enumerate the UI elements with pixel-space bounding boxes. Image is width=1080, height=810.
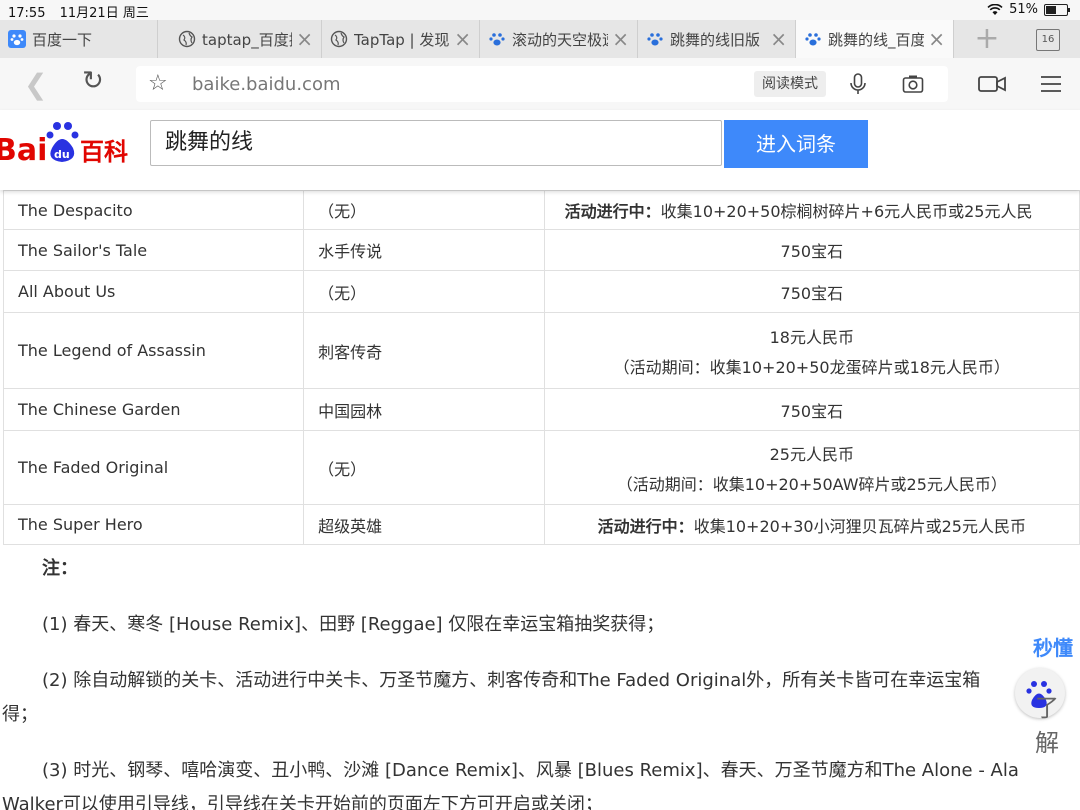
song-name: The Sailor's Tale [2, 229, 305, 271]
event-label: 活动进行中： [597, 516, 694, 536]
status-time: 17:55 [8, 6, 46, 21]
song-name: The Chinese Garden [2, 388, 305, 431]
price-text: 18元人民币 [769, 327, 854, 347]
baidu-paw-icon [805, 33, 821, 46]
tab-label: taptap_百度搜 [202, 30, 292, 49]
baidu-paw-icon [647, 33, 663, 46]
unlock-method: 活动进行中：收集10+20+50棕榈树碎片+6元人民币或25元人民 [543, 190, 1080, 230]
tab-rolling-sky[interactable]: 滚动的天空极速 × [480, 20, 638, 58]
note-3-cont: Walker可以使用引导线，引导线在关卡开始前的页面左下方可开启或关闭； [2, 794, 603, 810]
tab-count-button[interactable]: 16 [1036, 29, 1060, 51]
close-icon[interactable]: × [770, 27, 787, 51]
tab-taptap-search[interactable]: taptap_百度搜 × [170, 20, 322, 58]
table-row: The Legend of Assassin 刺客传奇 18元人民币 （活动期间… [2, 312, 1080, 389]
status-bar: 17:55 11月21日 周三 51% [0, 0, 1080, 21]
close-icon[interactable]: × [296, 27, 313, 51]
table-row: The Chinese Garden 中国园林 750宝石 [2, 388, 1080, 431]
tab-taptap[interactable]: TapTap | 发现 × [322, 20, 480, 58]
table-row: All About Us （无） 750宝石 [2, 270, 1080, 313]
tab-label: TapTap | 发现 [354, 30, 450, 49]
tab-dancing-line-old[interactable]: 跳舞的线旧版 × [638, 20, 796, 58]
close-icon[interactable]: × [928, 27, 945, 51]
globe-icon [178, 30, 196, 48]
microphone-icon[interactable] [848, 72, 868, 96]
table-row: The Super Hero 超级英雄 活动进行中：收集10+20+30小河狸贝… [2, 504, 1080, 545]
svg-text:du: du [54, 148, 70, 161]
unlock-method: 750宝石 [543, 229, 1080, 271]
tab-bar: 百度一下 taptap_百度搜 × TapTap | 发现 × 滚动的天空极速 … [0, 20, 1080, 59]
logo-text: 百科 [80, 138, 128, 166]
song-cn-name: 超级英雄 [303, 504, 545, 545]
bookmark-star-icon[interactable]: ☆ [148, 71, 168, 96]
table-row: The Despacito （无） 活动进行中：收集10+20+50棕榈树碎片+… [2, 190, 1080, 230]
battery-icon [1044, 3, 1070, 16]
event-label: 活动进行中： [564, 202, 661, 221]
miaodong-float-button[interactable]: 秒懂 了解 [1015, 630, 1080, 757]
baidu-paw-icon [8, 30, 26, 48]
unlock-method: 750宝石 [543, 388, 1080, 431]
unlock-method: 750宝石 [543, 270, 1080, 313]
baidu-baike-logo[interactable]: Bai du 百科 [0, 116, 140, 176]
tab-baidu[interactable]: 百度一下 [0, 20, 158, 58]
menu-icon[interactable] [1040, 74, 1062, 94]
note-2-cont: 得； [2, 704, 38, 725]
address-bar: ❮ ↻ ☆ baike.baidu.com 阅读模式 [0, 58, 1080, 111]
battery-percent: 51% [1009, 2, 1038, 17]
table-row: The Sailor's Tale 水手传说 750宝石 [2, 229, 1080, 271]
unlock-method: 活动进行中：收集10+20+30小河狸贝瓦碎片或25元人民币 [543, 504, 1080, 545]
song-name: The Despacito [2, 190, 305, 230]
back-icon[interactable]: ❮ [24, 68, 47, 101]
status-date: 11月21日 周三 [59, 6, 149, 21]
notes-title: 注： [42, 558, 78, 579]
note-2: (2) 除自动解锁的关卡、活动进行中关卡、万圣节魔方、刺客传奇和The Fade… [42, 670, 981, 691]
song-cn-name: （无） [303, 430, 545, 505]
table-row: The Faded Original （无） 25元人民币 （活动期间：收集10… [2, 430, 1080, 505]
baike-search-header: Bai du 百科 跳舞的线 进入词条 [0, 110, 1080, 190]
tab-label: 百度一下 [32, 30, 93, 49]
globe-icon [330, 30, 348, 48]
tab-label: 跳舞的线_百度 [828, 30, 925, 49]
tab-dancing-line-baidu[interactable]: 跳舞的线_百度 × [796, 20, 954, 58]
song-name: All About Us [2, 270, 305, 313]
tab-label: 滚动的天空极速 [512, 30, 609, 49]
camera-icon[interactable] [902, 74, 924, 94]
song-name: The Super Hero [2, 504, 305, 545]
svg-text:Bai: Bai [0, 133, 47, 168]
song-cn-name: （无） [303, 190, 545, 230]
price-text: 收集10+20+30小河狸贝瓦碎片或25元人民币 [693, 516, 1026, 536]
baidu-paw-icon [489, 33, 505, 46]
unlock-method: 18元人民币 （活动期间：收集10+20+50龙蛋碎片或18元人民币） [543, 312, 1080, 389]
close-icon[interactable]: × [612, 27, 629, 51]
new-tab-button[interactable]: + [970, 20, 1004, 58]
float-label-bottom: 了解 [1035, 694, 1059, 757]
float-label-top: 秒懂 [1033, 636, 1073, 660]
song-name: The Legend of Assassin [2, 312, 305, 389]
tab-label: 跳舞的线旧版 [670, 30, 761, 49]
article-content: The Despacito （无） 活动进行中：收集10+20+50棕榈树碎片+… [0, 190, 1080, 810]
note-1: (1) 春天、寒冬 [House Remix]、田野 [Reggae] 仅限在幸… [42, 614, 665, 635]
price-event-note: （活动期间：收集10+20+50AW碎片或25元人民币） [616, 474, 1007, 494]
price-event-note: （活动期间：收集10+20+50龙蛋碎片或18元人民币） [613, 357, 1010, 377]
wifi-icon [987, 3, 1003, 15]
unlock-method: 25元人民币 （活动期间：收集10+20+50AW碎片或25元人民币） [543, 430, 1080, 505]
close-icon[interactable]: × [454, 27, 471, 51]
price-text: 收集10+20+50棕榈树碎片+6元人民币或25元人民 [660, 202, 1033, 221]
url-field[interactable]: ☆ baike.baidu.com 阅读模式 [136, 66, 948, 102]
song-cn-name: （无） [303, 270, 545, 313]
song-cn-name: 中国园林 [303, 388, 545, 431]
reload-icon[interactable]: ↻ [82, 66, 104, 96]
reader-mode-button[interactable]: 阅读模式 [754, 71, 826, 97]
video-icon[interactable] [978, 75, 1006, 93]
song-cn-name: 水手传说 [303, 229, 545, 271]
price-text: 25元人民币 [769, 444, 854, 464]
song-cn-name: 刺客传奇 [303, 312, 545, 389]
song-name: The Faded Original [2, 430, 305, 505]
song-table: The Despacito （无） 活动进行中：收集10+20+50棕榈树碎片+… [2, 190, 1080, 545]
url-text: baike.baidu.com [192, 74, 341, 95]
enter-entry-button[interactable]: 进入词条 [724, 120, 868, 168]
search-input[interactable]: 跳舞的线 [150, 120, 722, 166]
note-3: (3) 时光、钢琴、嘻哈演变、丑小鸭、沙滩 [Dance Remix]、风暴 [… [42, 760, 1019, 781]
